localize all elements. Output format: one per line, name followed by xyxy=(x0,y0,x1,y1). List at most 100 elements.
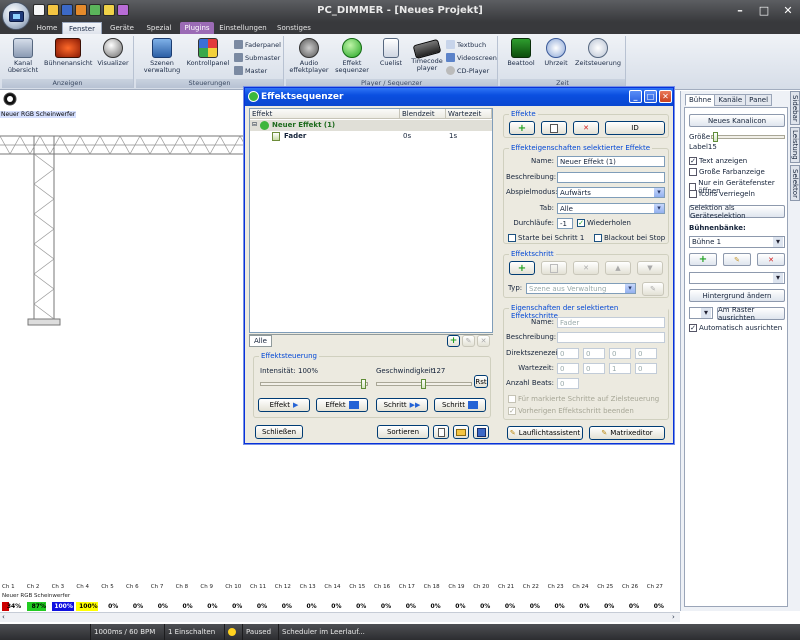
lock-icons-checkbox[interactable]: Icons verriegeln xyxy=(689,190,755,198)
repeat-checkbox[interactable]: ✓ Wiederholen xyxy=(577,219,631,227)
visualizer-button[interactable]: Visualizer xyxy=(94,38,132,67)
effekt-sequenzer-button[interactable]: Effekt sequenzer xyxy=(332,38,372,74)
effekt-prev-button[interactable]: Effekt ▶ xyxy=(258,398,310,412)
application-menu-button[interactable] xyxy=(2,2,30,30)
id-button[interactable]: ID xyxy=(605,121,665,135)
table-row[interactable]: ⊟ Neuer Effekt (1) xyxy=(250,120,492,131)
wait-time-h-input[interactable]: 0 xyxy=(557,363,579,374)
step-type-select[interactable]: Szene aus Verwaltung xyxy=(526,283,636,294)
open-file-button[interactable] xyxy=(453,425,469,439)
tab-alle[interactable]: Alle xyxy=(249,335,272,347)
intensity-thumb[interactable] xyxy=(361,379,366,389)
uhrzeit-button[interactable]: Uhrzeit xyxy=(540,38,572,67)
tab-selektor[interactable]: Selektor xyxy=(790,165,800,201)
submaster-button[interactable]: Submaster xyxy=(234,53,280,62)
background-change-button[interactable]: Hintergrund ändern xyxy=(689,289,785,302)
tab-buehne[interactable]: Bühne xyxy=(685,94,716,106)
kanaluebersicht-button[interactable]: Kanal übersicht xyxy=(4,38,42,74)
channel-value[interactable]: 0% xyxy=(448,602,472,611)
effekt-stop-button[interactable]: Effekt xyxy=(316,398,368,412)
add-stage-button[interactable]: + xyxy=(689,253,717,266)
channel-value[interactable]: 0% xyxy=(225,602,249,611)
col-effekt[interactable]: Effekt xyxy=(250,109,400,119)
tab-plugins[interactable]: Plugins xyxy=(180,22,214,34)
auto-align-checkbox[interactable]: ✓ Automatisch ausrichten xyxy=(689,324,782,332)
tab-spezial[interactable]: Spezial xyxy=(142,22,176,34)
channel-value[interactable]: 0% xyxy=(300,602,324,611)
tab-einstellungen[interactable]: Einstellungen xyxy=(218,22,268,34)
videoscreen-button[interactable]: Videoscreen xyxy=(446,53,497,62)
direct-time-m-input[interactable]: 0 xyxy=(583,348,605,359)
close-icon[interactable]: ✕ xyxy=(776,1,800,19)
schritt-next-button[interactable]: Schritt ▶▶ xyxy=(376,398,428,412)
blackout-checkbox[interactable]: Blackout bei Stop xyxy=(594,234,665,242)
tab-sonstiges[interactable]: Sonstiges xyxy=(272,22,316,34)
effect-description-input[interactable] xyxy=(557,172,665,183)
tab-geraete[interactable]: Geräte xyxy=(106,22,138,34)
delete-step-button[interactable]: ✕ xyxy=(573,261,599,275)
beats-input[interactable]: 0 xyxy=(557,378,579,389)
channel-value[interactable]: 0% xyxy=(473,602,497,611)
tab-panel[interactable]: Panel xyxy=(745,94,773,106)
faderpanel-button[interactable]: Faderpanel xyxy=(234,40,281,49)
channel-value[interactable]: 100% xyxy=(52,602,76,611)
master-button[interactable]: Master xyxy=(234,66,267,75)
channel-value[interactable]: 0% xyxy=(349,602,373,611)
step-description-input[interactable] xyxy=(557,332,665,343)
wait-time-m-input[interactable]: 0 xyxy=(583,363,605,374)
direct-time-h-input[interactable]: 0 xyxy=(557,348,579,359)
dialog-close-icon[interactable]: ✕ xyxy=(659,90,672,103)
buehnenansicht-button[interactable]: Bühnenansicht xyxy=(44,38,92,67)
szenenverwaltung-button[interactable]: Szenen verwaltung xyxy=(140,38,184,74)
cd-player-button[interactable]: CD-Player xyxy=(446,66,489,75)
new-channel-icon-button[interactable]: Neues Kanalicon xyxy=(689,114,785,127)
speed-thumb[interactable] xyxy=(420,379,426,389)
channel-value[interactable]: 0% xyxy=(275,602,299,611)
schritt-stop-button[interactable]: Schritt xyxy=(434,398,486,412)
audio-effektplayer-button[interactable]: Audio effektplayer xyxy=(288,38,330,74)
large-color-checkbox[interactable]: Große Farbanzeige xyxy=(689,168,765,176)
add-tab-button[interactable]: + xyxy=(447,335,460,347)
grid-align-button[interactable]: Am Raster ausrichten xyxy=(717,306,785,322)
add-step-button[interactable]: + xyxy=(509,261,535,275)
channel-value[interactable]: 0% xyxy=(324,602,348,611)
cuelist-button[interactable]: Cuelist xyxy=(374,38,408,67)
size-thumb[interactable] xyxy=(713,132,718,142)
schliessen-button[interactable]: Schließen xyxy=(255,425,303,439)
delete-effect-button[interactable]: ✕ xyxy=(573,121,599,135)
channel-value[interactable]: 0% xyxy=(399,602,423,611)
channel-value[interactable]: 0% xyxy=(597,602,621,611)
direct-time-s-input[interactable]: 0 xyxy=(609,348,631,359)
channel-value[interactable]: 0% xyxy=(548,602,572,611)
edit-stage-button[interactable]: ✎ xyxy=(723,253,751,266)
for-marked-checkbox[interactable]: Für markierte Schritte auf Zielsteuerung xyxy=(508,395,659,403)
text-show-checkbox[interactable]: ✓ Text anzeigen xyxy=(689,157,747,165)
tab-sidebar[interactable]: Sidebar xyxy=(790,91,800,125)
table-row[interactable]: Fader 0s 1s xyxy=(250,131,492,142)
channel-value[interactable]: 87% xyxy=(27,602,51,611)
channel-value[interactable]: 0% xyxy=(101,602,125,611)
size-slider[interactable] xyxy=(711,132,785,142)
dialog-minimize-icon[interactable]: _ xyxy=(629,90,642,103)
horizontal-scrollbar[interactable]: ‹ › xyxy=(0,612,680,622)
save-file-button[interactable] xyxy=(473,425,489,439)
background-select[interactable] xyxy=(689,272,785,284)
sortieren-button[interactable]: Sortieren xyxy=(377,425,429,439)
channel-value[interactable]: 0% xyxy=(523,602,547,611)
col-wartezeit[interactable]: Wartezeit xyxy=(446,109,492,119)
tab-select[interactable]: Alle xyxy=(557,203,665,214)
wait-time-ms-input[interactable]: 0 xyxy=(635,363,657,374)
textbuch-button[interactable]: Textbuch xyxy=(446,40,486,49)
runs-input[interactable]: -1 xyxy=(557,218,573,229)
add-effect-button[interactable]: + xyxy=(509,121,535,135)
step-up-button[interactable]: ▲ xyxy=(605,261,631,275)
channel-value[interactable]: 0% xyxy=(176,602,200,611)
scroll-left-icon[interactable]: ‹ xyxy=(2,613,5,621)
tab-home[interactable]: Home xyxy=(34,22,60,34)
effect-name-input[interactable]: Neuer Effekt (1) xyxy=(557,156,665,167)
delete-stage-button[interactable]: ✕ xyxy=(757,253,785,266)
stage-select[interactable]: Bühne 1 xyxy=(689,236,785,248)
tab-fenster[interactable]: Fenster xyxy=(62,22,102,34)
channel-value[interactable]: 34% xyxy=(2,602,26,611)
copy-effect-button[interactable] xyxy=(541,121,567,135)
